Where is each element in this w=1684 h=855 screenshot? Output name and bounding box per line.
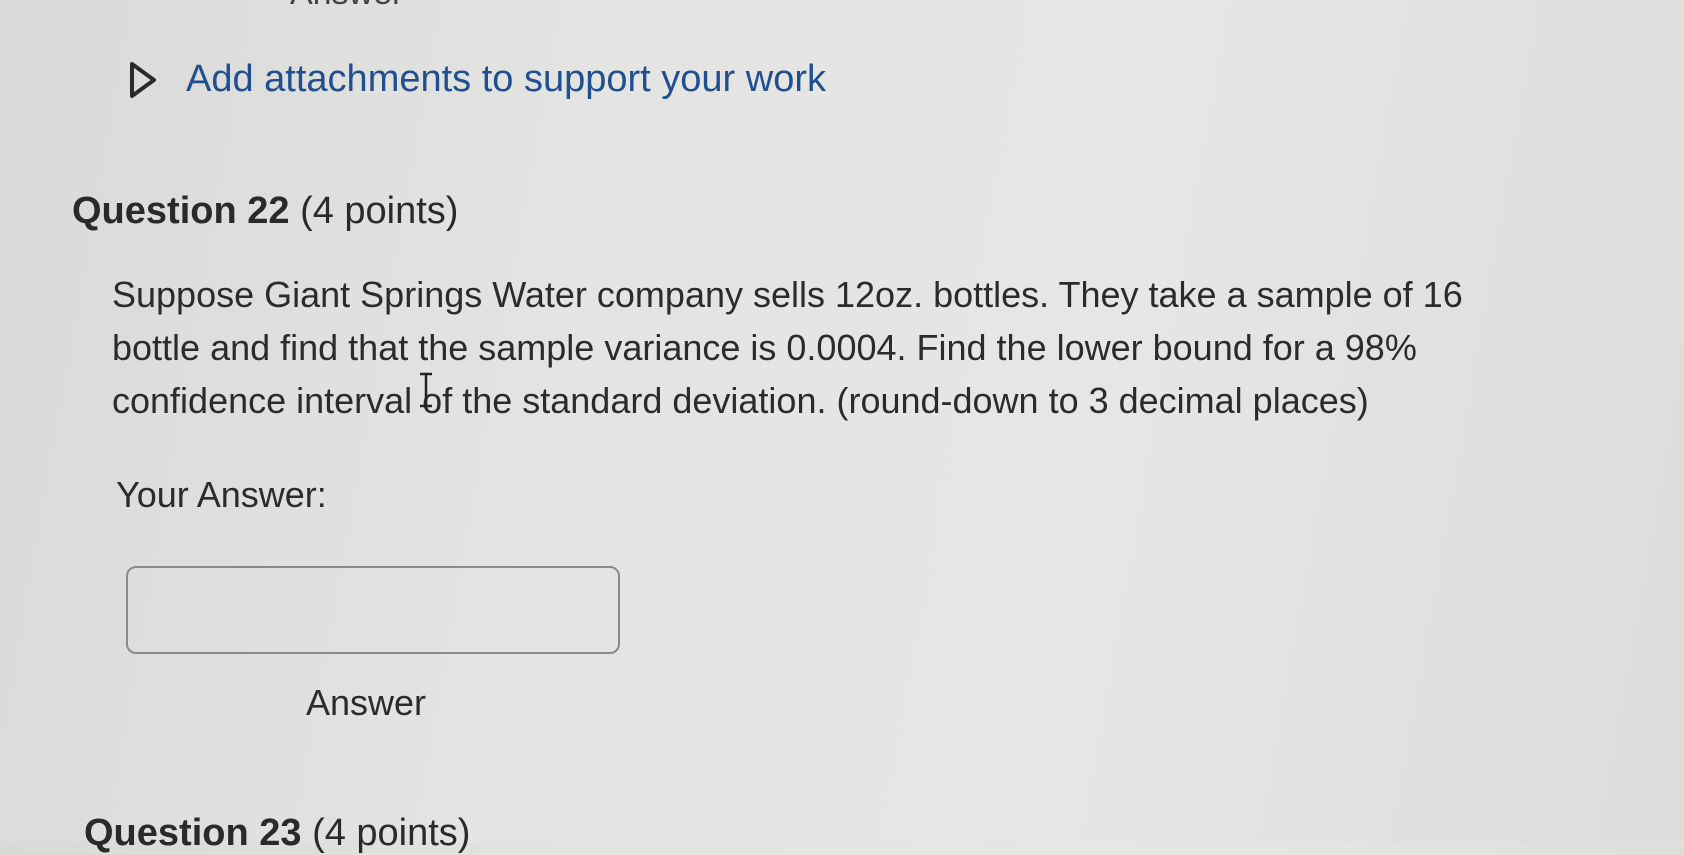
add-attachments-toggle[interactable]: Add attachments to support your work [128, 58, 826, 101]
previous-answer-label: Answer [290, 0, 403, 13]
next-question-title: Question 23 (4 points) [84, 812, 470, 855]
question-points: (4 points) [300, 190, 459, 232]
question-text-line: bottle and find that the sample variance… [112, 327, 1417, 368]
text-cursor-icon [420, 372, 432, 408]
caret-right-icon [130, 61, 156, 98]
next-question-points: (4 points) [312, 812, 471, 854]
next-question-number: Question 23 [84, 812, 302, 854]
question-text: Suppose Giant Springs Water company sell… [112, 268, 1672, 427]
question-text-line: confidence interval of the standard devi… [112, 380, 1369, 421]
add-attachments-link[interactable]: Add attachments to support your work [186, 58, 826, 101]
question-title: Question 22 (4 points) [72, 190, 458, 233]
your-answer-label: Your Answer: [116, 474, 327, 515]
answer-field-label: Answer [306, 682, 427, 723]
question-text-line: Suppose Giant Springs Water company sell… [112, 274, 1463, 315]
answer-input[interactable] [126, 566, 620, 654]
question-number: Question 22 [72, 190, 290, 232]
